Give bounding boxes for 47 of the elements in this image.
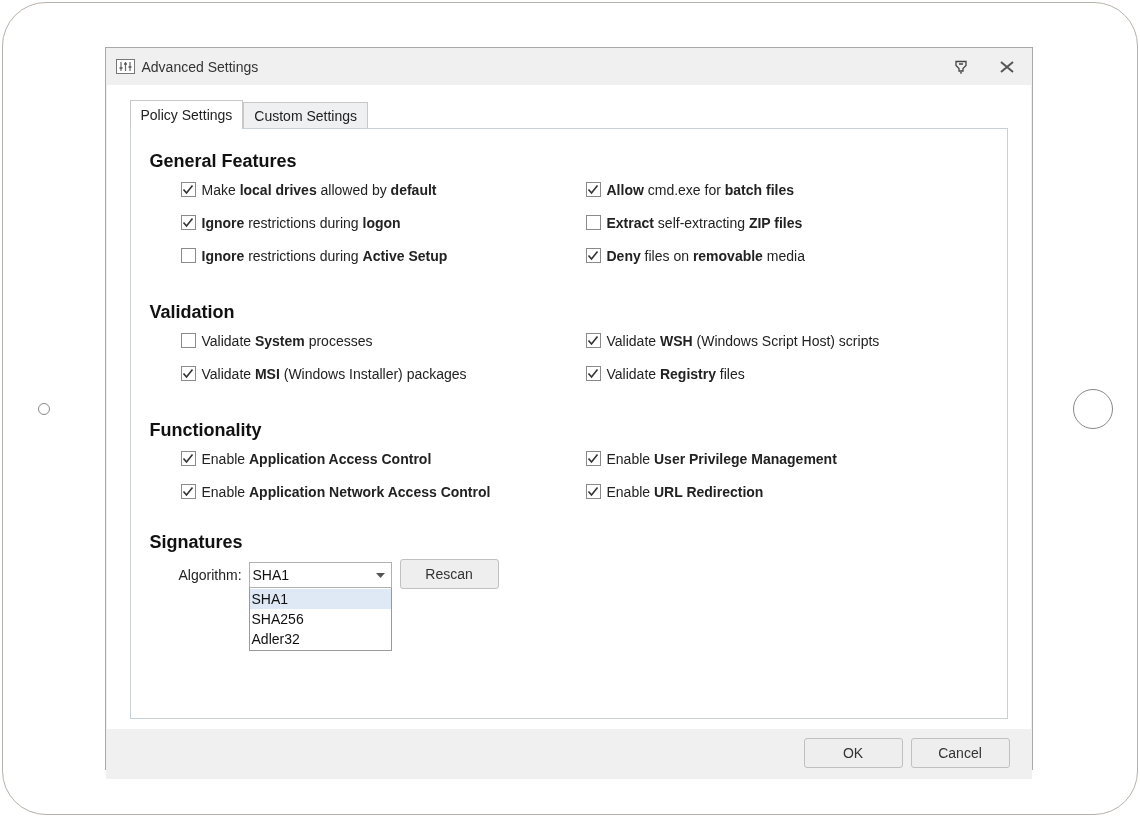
section-heading: General Features [149, 150, 298, 173]
checkbox-label: Make local drives allowed by default [201, 181, 437, 198]
checkbox-label: Validate Registry files [606, 365, 745, 382]
rescan-button[interactable]: Rescan [399, 559, 499, 589]
help-icon[interactable] [954, 59, 967, 74]
caret-icon [375, 572, 385, 578]
close-icon[interactable] [999, 60, 1014, 73]
checkbox[interactable] [180, 366, 196, 381]
checkbox-label: Validate MSI (Windows Installer) packages [201, 365, 467, 382]
dialog-button[interactable]: Cancel [910, 738, 1010, 768]
checkbox-label: Enable Application Access Control [201, 450, 432, 467]
checkbox-label: Enable Application Network Access Control [201, 483, 491, 500]
field-label: Algorithm: [178, 566, 242, 585]
checkbox-label: Validate WSH (Windows Script Host) scripts [606, 332, 880, 349]
tab[interactable]: Policy Settings [129, 100, 244, 129]
tab[interactable]: Custom Settings [243, 102, 369, 128]
checkbox-label: Ignore restrictions during logon [201, 214, 401, 231]
dialog-button[interactable]: OK [803, 738, 903, 768]
section-heading: Signatures [149, 531, 244, 554]
checkbox-label: Deny files on removable media [606, 247, 805, 264]
checkbox[interactable] [585, 366, 601, 381]
checkbox-label: Enable User Privilege Management [606, 450, 837, 467]
dropdown-option[interactable]: Adler32 [249, 629, 391, 649]
checkbox[interactable] [180, 215, 196, 230]
sliders-icon [115, 59, 135, 74]
window-title: Advanced Settings [141, 58, 259, 75]
checkbox[interactable] [585, 333, 601, 348]
checkbox[interactable] [585, 215, 601, 230]
dropdown-option[interactable]: SHA1 [249, 589, 391, 609]
checkbox[interactable] [585, 451, 601, 466]
checkbox[interactable] [180, 182, 196, 197]
checkbox[interactable] [585, 248, 601, 263]
checkbox[interactable] [180, 248, 196, 263]
checkbox[interactable] [180, 333, 196, 348]
checkbox-label: Validate System processes [201, 332, 373, 349]
algorithm-dropdown[interactable]: SHA1 [248, 562, 392, 588]
dropdown-option[interactable]: SHA256 [249, 609, 391, 629]
checkbox-label: Enable URL Redirection [606, 483, 764, 500]
checkbox[interactable] [585, 484, 601, 499]
section-heading: Functionality [149, 419, 263, 442]
checkbox[interactable] [180, 451, 196, 466]
checkbox-label: Allow cmd.exe for batch files [606, 181, 794, 198]
checkbox-label: Ignore restrictions during Active Setup [201, 247, 448, 264]
checkbox[interactable] [585, 182, 601, 197]
checkbox[interactable] [180, 484, 196, 499]
checkbox-label: Extract self-extracting ZIP files [606, 214, 803, 231]
section-heading: Validation [149, 301, 236, 324]
